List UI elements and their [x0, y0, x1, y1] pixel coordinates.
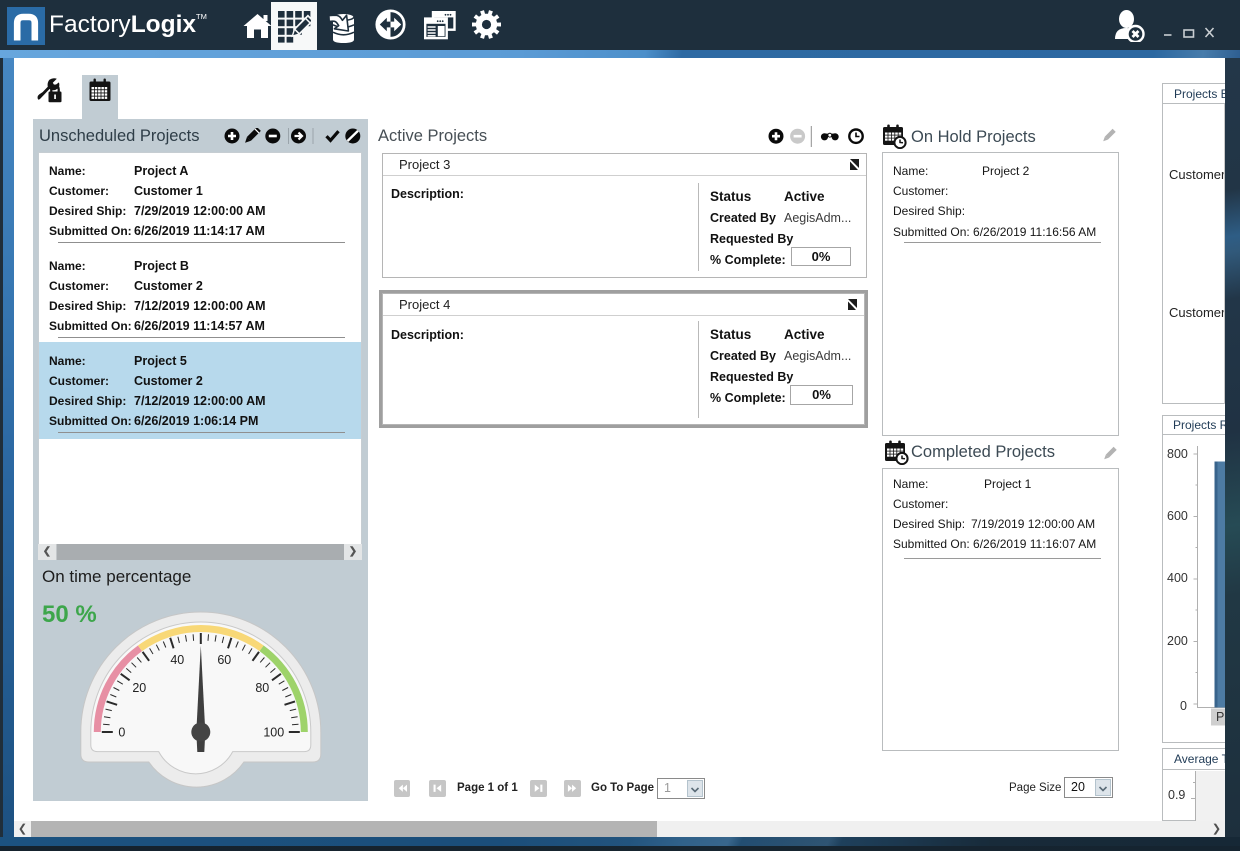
svg-text:40: 40	[170, 653, 184, 667]
svg-text:80: 80	[255, 681, 269, 695]
svg-text:60: 60	[217, 653, 231, 667]
svg-text:20: 20	[132, 681, 146, 695]
svg-text:P: P	[1216, 710, 1224, 724]
svg-text:100: 100	[263, 726, 284, 740]
svg-text:0: 0	[118, 726, 125, 740]
